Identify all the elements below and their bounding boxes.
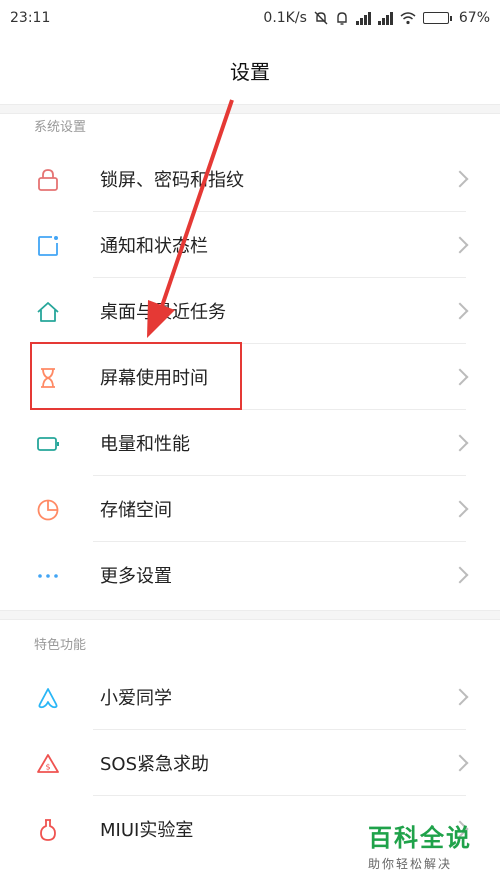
- watermark-subtitle: 助你轻松解决: [368, 857, 453, 871]
- watermark-logo: 百科全说 助你轻松解决: [368, 818, 488, 872]
- watermark-title: 百科全说: [368, 824, 472, 852]
- annotation-arrow: [147, 99, 234, 338]
